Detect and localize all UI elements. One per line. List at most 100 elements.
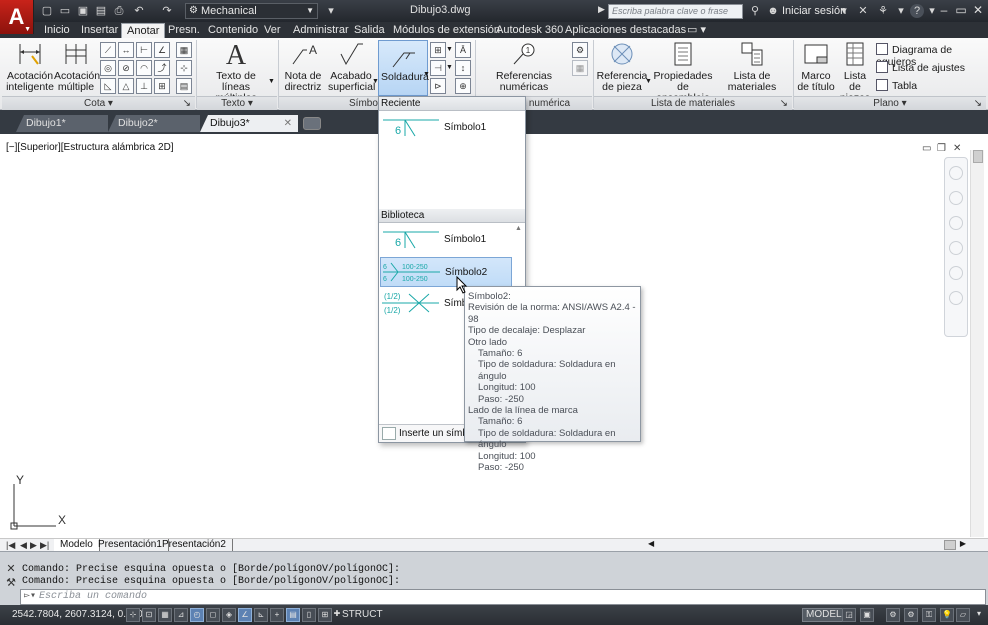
table-button[interactable]: Tabla [876,79,917,92]
doc-tab-dibujo1[interactable]: Dibujo1* [16,115,108,132]
taper-symbol-icon[interactable]: Ā [455,42,471,58]
ortho-mode-icon[interactable]: ⊿ [174,608,188,622]
surface-texture-button[interactable]: Acabado superficial [328,40,375,93]
hardware-acceleration-icon[interactable]: ▱ [956,608,970,622]
dynamic-ucs-icon[interactable]: ⊾ [254,608,268,622]
panel-texto-label[interactable]: Texto ▾ [197,96,277,110]
steering-wheel-icon[interactable] [949,166,963,180]
parts-list-button[interactable]: Lista de piezas [838,40,872,104]
gallery-recent-item[interactable]: 6 Símbolo1 [380,113,512,143]
customize-icon[interactable]: ⚒ [3,576,19,590]
viewport-restore-icon[interactable]: ❐ [937,143,946,154]
angular-dimension-icon[interactable]: ∠ [154,42,170,58]
command-input[interactable]: ▻▾ Escriba un comando [20,589,986,605]
close-command-line-icon[interactable]: ✕ [3,562,19,576]
scrollbar-thumb[interactable] [973,150,983,163]
application-menu-button[interactable]: A ▼ [0,0,34,34]
viewport-minimize-icon[interactable]: ▭ [922,143,931,154]
quick-view-layouts-icon[interactable]: ◲ [842,608,856,622]
view-icon[interactable] [949,291,963,305]
dialog-launcher-icon[interactable]: ↘ [183,97,191,110]
scroll-up-icon[interactable]: ▲ [515,225,522,232]
welding-button[interactable]: Soldadura ▼ [378,40,430,96]
polar-tracking-icon[interactable]: ◴ [190,608,204,622]
previous-layout-icon[interactable]: ◀ [20,539,27,551]
multiple-dimension-button[interactable]: Acotación múltiple [54,40,100,93]
lock-icon[interactable]: ⚿ [922,608,936,622]
part-reference-button[interactable]: Referencia de pieza [596,40,648,93]
assembly-properties-button[interactable]: Propiedades de ensamblaje [652,40,714,104]
new-file-icon[interactable]: ▢ [40,4,54,18]
balloon-style-icon[interactable]: ⚙ [572,42,588,58]
dimension-edit-icon[interactable]: ⊹ [176,60,192,76]
autodesk-app-icon[interactable]: ⚘ [876,4,890,18]
isolate-objects-icon[interactable]: 💡 [940,608,954,622]
infer-constraints-icon[interactable]: ⊹ [126,608,140,622]
close-tab-icon[interactable]: ✕ [284,115,292,132]
help-icon[interactable]: ? [910,4,924,18]
minimize-icon[interactable]: – [936,3,952,17]
layout-tab-presentacion2[interactable]: Presentación2 [156,539,233,551]
doc-tab-dibujo2[interactable]: Dibujo2* [108,115,200,132]
tab-administrar[interactable]: Administrar [288,23,354,38]
centerline-icon[interactable]: ⊕ [455,78,471,94]
balloon-button[interactable]: 1 Referencias numéricas [478,40,570,93]
edge-symbol-icon[interactable]: ↕ [455,60,471,76]
object-snap-icon[interactable]: ◻ [206,608,220,622]
space-dimension-icon[interactable]: ⊥ [136,78,152,94]
tab-anotar[interactable]: Anotar [121,23,166,38]
tab-autodesk-360[interactable]: Autodesk 360 [491,23,568,38]
command-prompt-icon[interactable]: ▻▾ [24,590,36,604]
baseline-dimension-icon[interactable]: ⊞ [154,78,170,94]
close-icon[interactable]: ✕ [970,3,986,17]
multiline-text-button[interactable]: A Texto de líneas múltiples [203,40,269,104]
lineweight-icon[interactable]: ▤ [286,608,300,622]
search-input[interactable]: Escriba palabra clave o frase [608,4,743,19]
datum-identifier-icon[interactable]: ⊣ [430,60,446,76]
dimension-arrange-icon[interactable]: ▤ [176,78,192,94]
diameter-dimension-icon[interactable]: ⊘ [118,60,134,76]
aligned-dimension-icon[interactable]: ⟋ [100,42,116,58]
panel-lista-materiales-label[interactable]: Lista de materiales ↘ [594,96,792,110]
new-drawing-tab-icon[interactable] [303,117,321,130]
chevron-down-icon[interactable]: ▼ [268,78,275,85]
chevron-down-icon[interactable]: ▾ [837,4,851,18]
smart-dimension-button[interactable]: Acotación inteligente [6,40,54,93]
horizontal-scrollbar[interactable]: ◀ ▶ [644,539,966,551]
undo-icon[interactable]: ↶ [132,4,146,18]
gallery-library-item-selected[interactable]: 6 100-250 6 100-250 Símbolo2 [380,257,512,287]
grid-display-icon[interactable]: ▦ [158,608,172,622]
quick-access-menu-icon[interactable]: ▾ [324,4,338,18]
tab-presentacion[interactable]: Presn. [163,23,205,38]
chevron-down-icon[interactable]: ▼ [446,46,453,53]
bill-of-materials-button[interactable]: Lista de materiales [714,40,790,93]
feature-control-frame-icon[interactable]: ⊞ [430,42,446,58]
tab-inicio[interactable]: Inicio [39,23,75,38]
chevron-down-icon[interactable]: ▾ [972,608,986,622]
panel-cota-label[interactable]: Cota ▾ ↘ [2,96,195,110]
radius-dimension-icon[interactable]: ◎ [100,60,116,76]
chevron-down-icon[interactable]: ▾ [894,4,908,18]
jogged-dimension-icon[interactable]: ⤴ [154,60,170,76]
search-expand-icon[interactable]: ▶ [598,4,605,15]
transparency-icon[interactable]: ▯ [302,608,316,622]
leader-note-button[interactable]: A Nota de directriz [280,40,326,93]
dialog-launcher-icon[interactable]: ↘ [974,97,982,110]
print-icon[interactable]: ⎙ [112,4,126,18]
tab-ver[interactable]: Ver [259,23,286,38]
gallery-library-item[interactable]: 6 Símbolo1 [380,225,512,255]
maximize-icon[interactable]: ▭ [953,3,969,17]
orbit-icon[interactable] [949,266,963,280]
last-layout-icon[interactable]: ▶| [40,539,49,551]
first-layout-icon[interactable]: |◀ [6,539,15,551]
pan-icon[interactable] [949,216,963,230]
show-motion-icon[interactable] [949,191,963,205]
arc-dimension-icon[interactable]: ◠ [136,60,152,76]
break-dimension-icon[interactable]: △ [118,78,134,94]
scrollbar-thumb[interactable] [944,540,956,550]
panel-plano-label[interactable]: Plano ▾ ↘ [794,96,986,110]
3d-object-snap-icon[interactable]: ◈ [222,608,236,622]
annotation-scale-icon[interactable]: ⚙ [886,608,900,622]
tab-modulos-extension[interactable]: Módulos de extensión [388,23,505,38]
title-border-button[interactable]: Marco de título [796,40,836,93]
